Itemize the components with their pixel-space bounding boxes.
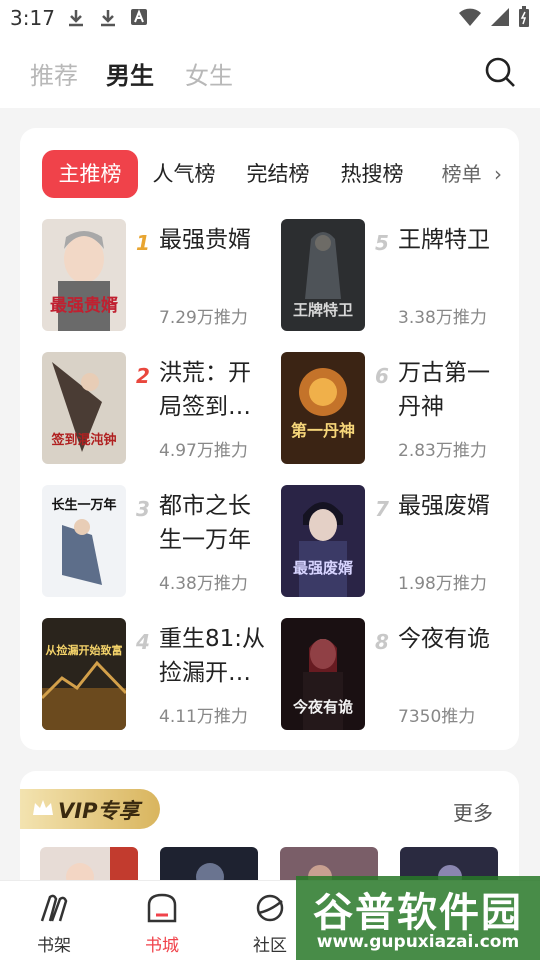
status-bar: 3:17 xyxy=(0,0,540,36)
watermark-title: 谷普软件园 xyxy=(313,890,523,936)
book-item[interactable]: 长生一万年 3 都市之长生一万年 4.38万推力 xyxy=(42,485,274,597)
book-heat: 4.97万推力 xyxy=(159,441,248,461)
rank-number: 1 xyxy=(136,231,150,255)
book-heat: 7350推力 xyxy=(398,707,476,727)
vip-badge-label: VIP专享 xyxy=(58,799,140,823)
book-cover: 最强贵婿 xyxy=(42,219,126,331)
vip-more-link[interactable]: 更多 xyxy=(453,797,493,826)
ranking-list-link[interactable]: 榜单 › xyxy=(442,150,502,198)
nav-label: 书架 xyxy=(37,936,71,956)
cover-text: 王牌特卫 xyxy=(293,301,353,319)
battery-icon xyxy=(519,6,529,27)
planet-icon xyxy=(256,894,284,922)
cover-text: 签到混沌钟 xyxy=(50,432,116,448)
tab-hot-search[interactable]: 热搜榜 xyxy=(330,150,414,198)
book-item[interactable]: 最强废婿 7 最强废婿 1.98万推力 xyxy=(281,485,513,597)
book-cover: 最强废婿 xyxy=(281,485,365,597)
status-time: 3:17 xyxy=(10,6,55,30)
signal-icon xyxy=(491,8,509,26)
book-cover: 从捡漏开始致富 xyxy=(42,618,126,730)
cover-text: 从捡漏开始致富 xyxy=(46,643,123,657)
rank-number: 7 xyxy=(375,497,389,521)
cover-text: 第一丹神 xyxy=(291,421,355,440)
tab-popularity[interactable]: 人气榜 xyxy=(142,150,226,198)
book-heat: 3.38万推力 xyxy=(398,308,487,328)
tab-main-ranking[interactable]: 主推榜 xyxy=(42,150,138,198)
cover-text: 长生一万年 xyxy=(51,497,116,513)
book-heat: 2.83万推力 xyxy=(398,441,487,461)
book-title: 最强废婿 xyxy=(398,493,490,519)
book-item[interactable]: 王牌特卫 5 王牌特卫 3.38万推力 xyxy=(281,219,513,331)
book-item[interactable]: 今夜有诡 8 今夜有诡 7350推力 xyxy=(281,618,513,730)
tab-recommend[interactable]: 推荐 xyxy=(30,56,78,91)
book-heat: 4.38万推力 xyxy=(159,574,248,594)
cover-text: 今夜有诡 xyxy=(292,698,353,716)
rank-number: 2 xyxy=(136,364,150,388)
book-title: 今夜有诡 xyxy=(398,626,490,652)
ranking-card: 主推榜 人气榜 完结榜 热搜榜 榜单 › 最强贵婿 1 最强贵婿 7.29万推力… xyxy=(20,128,519,750)
bookshelf-icon xyxy=(40,894,68,922)
book-title: 都市之长生一万年 xyxy=(159,493,251,553)
book-cover: 签到混沌钟 xyxy=(42,352,126,464)
crown-icon xyxy=(33,800,53,815)
vip-badge: VIP专享 xyxy=(20,789,160,829)
bookstore-icon xyxy=(147,893,177,923)
top-tab-bar: 推荐 男生 女生 xyxy=(0,36,540,108)
book-cover: 第一丹神 xyxy=(281,352,365,464)
book-item[interactable]: 从捡漏开始致富 4 重生81:从捡漏开… 4.11万推力 xyxy=(42,618,274,730)
watermark-url: www.gupuxiazai.com xyxy=(316,932,520,952)
download-icon xyxy=(101,10,115,27)
app-a-icon xyxy=(131,9,147,25)
rank-number: 8 xyxy=(375,630,389,654)
tab-male[interactable]: 男生 xyxy=(106,56,154,91)
nav-bookshelf[interactable]: 书架 xyxy=(14,893,94,956)
nav-bookstore[interactable]: 书城 xyxy=(122,893,202,956)
cover-text: 最强废婿 xyxy=(293,559,354,577)
book-heat: 4.11万推力 xyxy=(159,707,248,727)
wifi-icon xyxy=(459,8,481,26)
book-title: 最强贵婿 xyxy=(159,227,251,253)
book-title: 重生81:从捡漏开… xyxy=(159,626,266,686)
ranking-list-label: 榜单 xyxy=(441,162,482,186)
system-status-icons xyxy=(458,6,530,28)
rank-number: 3 xyxy=(136,497,150,521)
book-cover: 长生一万年 xyxy=(42,485,126,597)
book-cover: 王牌特卫 xyxy=(281,219,365,331)
search-icon[interactable] xyxy=(484,56,516,88)
book-title: 万古第一丹神 xyxy=(398,360,490,420)
download-icon xyxy=(69,10,83,27)
book-heat: 7.29万推力 xyxy=(159,308,248,328)
ranking-tabs: 主推榜 人气榜 完结榜 热搜榜 榜单 › xyxy=(42,150,502,198)
book-cover: 今夜有诡 xyxy=(281,618,365,730)
rank-number: 4 xyxy=(136,630,150,654)
rank-number: 5 xyxy=(375,231,389,255)
book-title: 洪荒：开局签到… xyxy=(159,360,251,420)
tab-female[interactable]: 女生 xyxy=(185,56,233,91)
watermark: 谷普软件园 www.gupuxiazai.com xyxy=(296,876,540,960)
book-item[interactable]: 第一丹神 6 万古第一丹神 2.83万推力 xyxy=(281,352,513,464)
notification-icons xyxy=(66,8,148,28)
book-heat: 1.98万推力 xyxy=(398,574,487,594)
cover-text: 最强贵婿 xyxy=(50,295,118,316)
book-item[interactable]: 最强贵婿 1 最强贵婿 7.29万推力 xyxy=(42,219,274,331)
book-title: 王牌特卫 xyxy=(398,227,490,253)
tab-completed[interactable]: 完结榜 xyxy=(236,150,320,198)
rank-number: 6 xyxy=(375,364,389,388)
nav-label: 书城 xyxy=(145,936,179,956)
book-item[interactable]: 签到混沌钟 2 洪荒：开局签到… 4.97万推力 xyxy=(42,352,274,464)
chevron-right-icon: › xyxy=(494,162,502,186)
